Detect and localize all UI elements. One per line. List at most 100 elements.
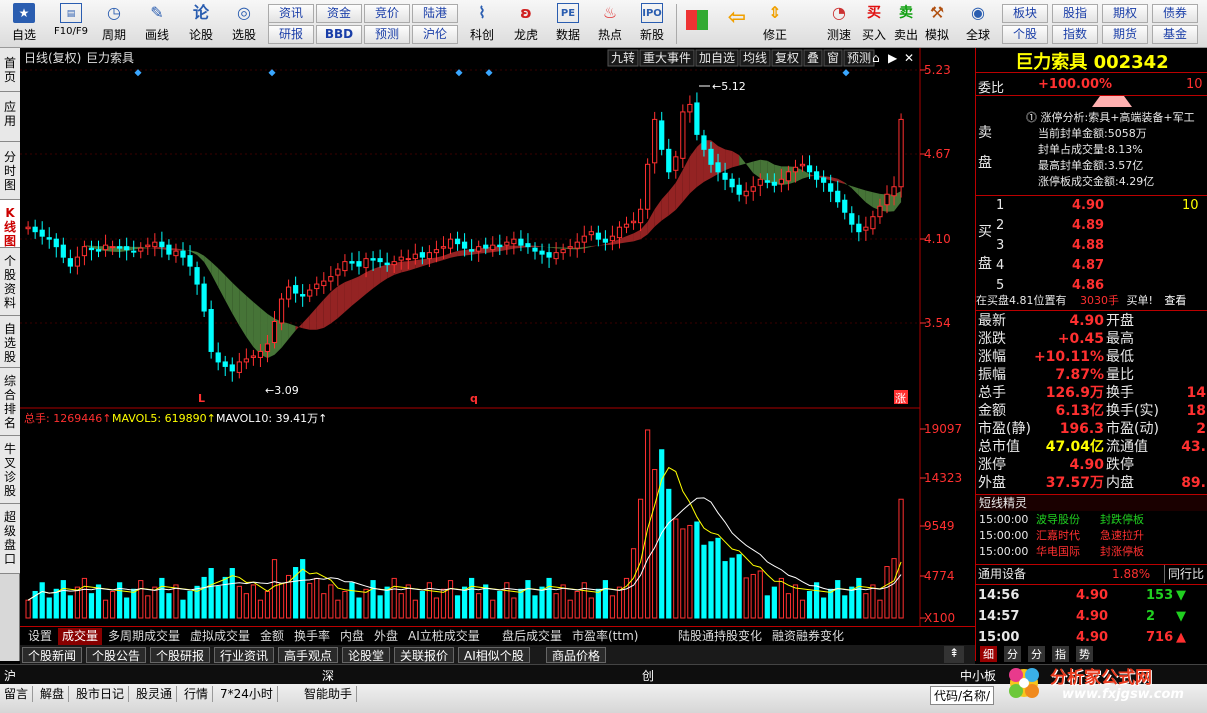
xiuzheng-button[interactable]: ⇕ 修正 bbox=[760, 2, 790, 46]
tab-super-order[interactable]: 超级盘口 bbox=[0, 504, 20, 574]
buy-button[interactable]: 买 买入 bbox=[860, 2, 888, 46]
qiquan-button[interactable]: 期权 bbox=[1102, 4, 1148, 23]
arrow-right-icon[interactable]: ▶ bbox=[888, 51, 898, 65]
news-tab-3[interactable]: 行业资讯 bbox=[214, 647, 275, 663]
qihuo-button[interactable]: 期货 bbox=[1102, 25, 1148, 44]
indicator-tab-12[interactable]: 融资融券变化 bbox=[768, 628, 848, 645]
indicator-tab-7[interactable]: 外盘 bbox=[370, 628, 402, 645]
toolbar-f10-button[interactable]: ▤ F10/F9 bbox=[48, 2, 94, 46]
news-tab-0[interactable]: 个股新闻 bbox=[22, 647, 83, 663]
tab-watchlist[interactable]: 自选股 bbox=[0, 316, 20, 368]
tab-fenshi[interactable]: 分时图 bbox=[0, 142, 20, 200]
quanqiu-button[interactable]: ◉ 全球 bbox=[960, 2, 996, 46]
news-tab-8[interactable]: 商品价格 bbox=[546, 647, 607, 663]
xingu-button[interactable]: IPO 新股 bbox=[632, 2, 672, 46]
toolbar-zhouqi-button[interactable]: ◷ 周期 bbox=[96, 2, 132, 46]
kline-svg[interactable]: 日线(复权) 巨力索具 九转 重大事件 加自选 均线 复权叠窗预测 ⌂ ▶ ✕ ←5.12 ←… bbox=[20, 48, 975, 626]
longhu-button[interactable]: ʚ 龙虎 bbox=[506, 2, 546, 46]
band-segment bbox=[197, 251, 205, 262]
indicator-tab-2[interactable]: 多周期成交量 bbox=[104, 628, 184, 645]
lugang-button[interactable]: 陆港 bbox=[412, 4, 458, 23]
kline-chart-area[interactable]: 日线(复权) 巨力索具 九转 重大事件 加自选 均线 复权叠窗预测 ⌂ ▶ ✕ ←5.12 ←… bbox=[20, 48, 975, 628]
index-cy[interactable]: 创 bbox=[642, 667, 654, 684]
status-item-5[interactable]: 7*24小时 bbox=[216, 686, 278, 702]
news-tab-6[interactable]: 关联报价 bbox=[394, 647, 455, 663]
short-line-item[interactable]: 15:00:00 华电国际 封涨停板 bbox=[976, 544, 1207, 560]
index-sh[interactable]: 沪 bbox=[4, 667, 16, 684]
tab-diagnosis[interactable]: 牛叉诊股 bbox=[0, 436, 20, 504]
industry-name[interactable]: 通用设备 bbox=[978, 567, 1026, 581]
zhishu-button[interactable]: 指数 bbox=[1052, 25, 1098, 44]
toolbar-zixuan-button[interactable]: ★ 自选 bbox=[4, 2, 44, 46]
buy-level-row[interactable]: 4 4.87 bbox=[996, 256, 1207, 276]
indicator-tab-9[interactable]: 盘后成交量 bbox=[498, 628, 566, 645]
buy-level-row[interactable]: 3 4.88 bbox=[996, 236, 1207, 256]
lock-icon[interactable]: ⌂ bbox=[872, 51, 880, 65]
status-item-1[interactable]: 解盘 bbox=[36, 686, 70, 702]
indicator-tab-1[interactable]: 成交量 bbox=[58, 628, 103, 645]
panel-tab-0[interactable]: 细 bbox=[980, 646, 997, 662]
zhaiquan-button[interactable]: 债券 bbox=[1152, 4, 1198, 23]
indicator-tab-8[interactable]: AI立桩成交量 bbox=[404, 628, 484, 645]
collapse-up-icon[interactable]: ⇞ bbox=[944, 646, 964, 663]
short-line-item[interactable]: 15:00:00 汇嘉时代 急速拉升 bbox=[976, 528, 1207, 544]
back-button[interactable]: ⇦ bbox=[718, 2, 756, 46]
shuju-button[interactable]: PE 数据 bbox=[548, 2, 588, 46]
news-tab-1[interactable]: 个股公告 bbox=[86, 647, 147, 663]
bankuai-button[interactable]: 板块 bbox=[1002, 4, 1048, 23]
buy-note-link[interactable]: 查看 bbox=[1164, 294, 1186, 307]
sell-button[interactable]: 卖 卖出 bbox=[892, 2, 920, 46]
indicator-tab-4[interactable]: 金额 bbox=[256, 628, 288, 645]
toolbar-lungu-button[interactable]: 论 论股 bbox=[182, 2, 220, 46]
indicator-tab-3[interactable]: 虚拟成交量 bbox=[186, 628, 254, 645]
moni-button[interactable]: ⚒ 模拟 bbox=[922, 2, 952, 46]
yanbao-button[interactable]: 研报 bbox=[268, 25, 314, 44]
indicator-tab-5[interactable]: 换手率 bbox=[290, 628, 334, 645]
collapse-tab[interactable] bbox=[1092, 96, 1132, 107]
redian-button[interactable]: ♨ 热点 bbox=[590, 2, 630, 46]
buy-level-row[interactable]: 1 4.90 10 bbox=[996, 196, 1207, 216]
status-item-4[interactable]: 行情 bbox=[180, 686, 214, 702]
news-tab-5[interactable]: 论股堂 bbox=[342, 647, 391, 663]
news-tab-2[interactable]: 个股研报 bbox=[150, 647, 211, 663]
zijin-button[interactable]: 资金 bbox=[316, 4, 362, 23]
news-tab-7[interactable]: AI相似个股 bbox=[458, 647, 530, 663]
jijin-button[interactable]: 基金 bbox=[1152, 25, 1198, 44]
news-tab-4[interactable]: 高手观点 bbox=[278, 647, 339, 663]
short-line-header[interactable]: 短线精灵 bbox=[976, 494, 1207, 511]
indicator-tab-11[interactable]: 陆股通持股变化 bbox=[674, 628, 766, 645]
buy-level-row[interactable]: 5 4.86 bbox=[996, 276, 1207, 296]
indicator-tab-0[interactable]: 设置 bbox=[24, 628, 56, 645]
tab-ranking[interactable]: 综合排名 bbox=[0, 368, 20, 436]
status-item-6[interactable]: 智能助手 bbox=[300, 686, 358, 702]
band-segment bbox=[154, 246, 162, 250]
tab-stock-info[interactable]: 个股资料 bbox=[0, 248, 20, 316]
status-item-2[interactable]: 股市日记 bbox=[72, 686, 130, 702]
guzhi-button[interactable]: 股指 bbox=[1052, 4, 1098, 23]
indicator-tab-6[interactable]: 内盘 bbox=[336, 628, 368, 645]
close-icon[interactable]: ✕ bbox=[904, 51, 914, 65]
index-zxb[interactable]: 中小板 bbox=[960, 667, 996, 684]
indicator-tab-10[interactable]: 市盈率(ttm) bbox=[568, 628, 642, 645]
yuce-button[interactable]: 预测 bbox=[364, 25, 410, 44]
jingjia-button[interactable]: 竞价 bbox=[364, 4, 410, 23]
short-line-item[interactable]: 15:00:00 波导股份 封跌停板 bbox=[976, 512, 1207, 528]
bbd-button[interactable]: BBD bbox=[316, 25, 362, 44]
index-sz[interactable]: 深 bbox=[322, 667, 334, 684]
buy-level-row[interactable]: 2 4.89 bbox=[996, 216, 1207, 236]
window-layout-button[interactable] bbox=[680, 2, 714, 46]
tab-apps[interactable]: 应用 bbox=[0, 92, 20, 142]
hulun-button[interactable]: 沪伦 bbox=[412, 25, 458, 44]
toolbar-xuangu-button[interactable]: ◎ 选股 bbox=[224, 2, 264, 46]
tab-home[interactable]: 首页 bbox=[0, 48, 20, 92]
status-item-3[interactable]: 股灵通 bbox=[132, 686, 178, 702]
zixun-button[interactable]: 资讯 bbox=[268, 4, 314, 23]
tab-kline[interactable]: K线图 bbox=[0, 200, 20, 248]
kechuang-button[interactable]: ⌇ 科创 bbox=[462, 2, 502, 46]
status-item-0[interactable]: 留言 bbox=[0, 686, 34, 702]
toolbar-huaxian-button[interactable]: ✎ 画线 bbox=[138, 2, 176, 46]
code-search-input[interactable]: 代码/名称/ bbox=[930, 686, 995, 705]
cesu-button[interactable]: ◔ 测速 bbox=[824, 2, 854, 46]
industry-compare[interactable]: 同行比 bbox=[1164, 565, 1204, 583]
gegu-button[interactable]: 个股 bbox=[1002, 25, 1048, 44]
